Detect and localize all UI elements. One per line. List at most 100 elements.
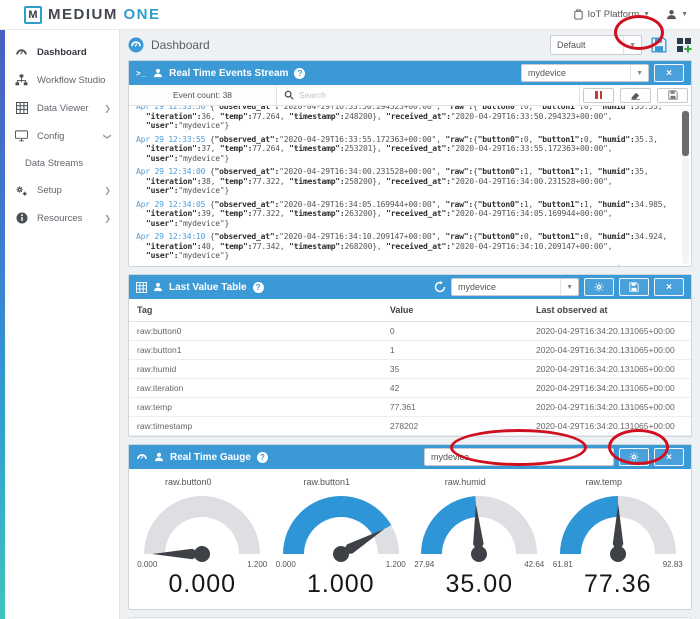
- table-cell: 77.361: [381, 397, 528, 417]
- log-timestamp: Apr 29 12:34:00: [136, 167, 206, 176]
- help-icon[interactable]: ?: [294, 67, 306, 79]
- sidebar-item-resources[interactable]: Resources ❯: [5, 204, 119, 232]
- log-entry: Apr 29 12:33:50 {"observed_at":"2020-04-…: [136, 106, 677, 131]
- last-value-widget-header: Last Value Table ? mydevice ▼ ×: [129, 275, 691, 299]
- platform-menu[interactable]: IoT Platform ▼: [573, 9, 650, 20]
- log-timestamp: Apr 29 12:34:10: [136, 232, 206, 241]
- refresh-icon[interactable]: [434, 281, 446, 293]
- gauge-label: raw.humid: [444, 477, 486, 487]
- user-icon: [154, 452, 164, 462]
- column-header: Value: [381, 299, 528, 322]
- chevron-down-icon: ▼: [630, 65, 648, 81]
- sidebar-item-label: Config: [37, 130, 65, 142]
- dashboard-select[interactable]: Default ▼: [550, 35, 642, 55]
- log-json: {"observed_at":"2020-04-29T16:33:55.1723…: [146, 134, 658, 163]
- sidebar-item-setup[interactable]: Setup ❯: [5, 176, 119, 204]
- sidebar-item-dashboard[interactable]: Dashboard: [5, 38, 119, 66]
- scrollbar-thumb[interactable]: [682, 111, 689, 156]
- save-dashboard-button[interactable]: [651, 37, 667, 53]
- gauge-label: raw.temp: [585, 477, 622, 487]
- close-widget-button[interactable]: ×: [654, 64, 684, 82]
- close-widget-button[interactable]: ×: [654, 448, 684, 466]
- widget-settings-button[interactable]: [619, 448, 649, 466]
- widget-title: Last Value Table: [169, 281, 247, 293]
- last-value-widget: Last Value Table ? mydevice ▼ × Tag Valu…: [128, 274, 692, 437]
- gauge: raw.button0 0.000 1.200 0.000: [133, 477, 272, 599]
- page-header: Dashboard Default ▼: [128, 30, 692, 60]
- chevron-right-icon: ❯: [104, 103, 111, 113]
- sidebar: Dashboard Workflow Studio Data Viewer ❯ …: [0, 30, 120, 619]
- device-select[interactable]: mydevice ▼: [451, 278, 579, 296]
- table-cell: raw:button1: [129, 340, 382, 360]
- gauge-max: 1.200: [385, 560, 406, 569]
- gauge-needle-pivot: [332, 546, 349, 562]
- events-stream-widget: >_ Real Time Events Stream ? mydevice ▼ …: [128, 60, 692, 267]
- log-entry: Apr 29 12:33:55 {"observed_at":"2020-04-…: [136, 135, 677, 164]
- log-timestamp: Apr 29 12:34:15: [136, 265, 205, 267]
- table-cell: raw:timestamp: [129, 416, 382, 436]
- sidebar-gradient-strip: [0, 30, 5, 619]
- eraser-icon: [630, 90, 641, 100]
- widget-title: Real Time Events Stream: [169, 67, 289, 79]
- gauge-min: 27.94: [414, 560, 435, 569]
- table-icon: [136, 281, 147, 293]
- log-entry: Apr 29 12:34:00 {"observed_at":"2020-04-…: [136, 167, 677, 196]
- table-row: raw:temp 77.361 2020-04-29T16:34:20.131065…: [129, 397, 691, 417]
- gear-icon: [629, 452, 639, 462]
- help-icon[interactable]: ?: [256, 451, 268, 463]
- user-menu[interactable]: ▼: [666, 9, 688, 20]
- gauge-plot: [282, 496, 399, 562]
- device-select-value: mydevice: [458, 282, 497, 292]
- platform-cube-icon: [573, 9, 584, 20]
- terminal-icon: >_: [136, 68, 148, 78]
- page-title: Dashboard: [151, 38, 210, 52]
- pause-stream-button[interactable]: [583, 87, 614, 103]
- close-widget-button[interactable]: ×: [654, 278, 684, 296]
- sidebar-item-data-streams[interactable]: Data Streams: [5, 150, 119, 176]
- gears-icon: [15, 184, 28, 197]
- sidebar-item-data-viewer[interactable]: Data Viewer ❯: [5, 94, 119, 122]
- table-cell: 42: [381, 378, 528, 398]
- save-icon: [629, 282, 639, 292]
- top-bar: M MEDIUM ONE IoT Platform ▼ ▼: [0, 0, 700, 30]
- log-timestamp: Apr 29 12:34:05: [136, 199, 206, 209]
- log-timestamp: Apr 29 12:33:50: [136, 106, 206, 111]
- brand-logo-mark: M: [24, 5, 42, 24]
- speedometer-icon: [15, 46, 28, 59]
- gauge-value: 77.36: [583, 570, 652, 598]
- log-json: {"observed_at":"2020-04-29T16:33:50.2943…: [146, 106, 663, 130]
- log-entry: Apr 29 12:34:05 {"observed_at":"2020-04-…: [136, 200, 677, 229]
- gauge: raw.button1 0.000 1.200 1.000: [272, 477, 411, 599]
- brand-logo: M MEDIUM ONE: [24, 5, 161, 24]
- export-stream-button[interactable]: [657, 87, 688, 103]
- gauge-label: raw.button1: [303, 477, 351, 487]
- clear-stream-button[interactable]: [620, 87, 651, 103]
- device-select[interactable]: mydevice ▼: [521, 64, 649, 82]
- table-cell: 2020-04-29T16:34:20.131065+00:00: [528, 397, 691, 417]
- search-input[interactable]: [299, 90, 572, 100]
- table-header-row: Tag Value Last observed at: [129, 299, 691, 322]
- add-widget-button[interactable]: [676, 37, 692, 53]
- event-log-area: Apr 29 12:33:50 {"observed_at":"2020-04-…: [129, 106, 691, 266]
- table-row: raw:timestamp 278202 2020-04-29T16:34:20.1…: [129, 416, 691, 436]
- help-icon[interactable]: ?: [252, 281, 264, 293]
- table-cell: 1: [381, 340, 528, 360]
- table-cell: 278202: [381, 416, 528, 436]
- sidebar-item-label: Data Streams: [25, 157, 84, 169]
- chevron-down-icon: ▼: [681, 11, 688, 18]
- gauge: raw.humid 27.94 42.64 35.00: [410, 477, 549, 599]
- search-box: [277, 85, 580, 105]
- gauge-widget-header: Real Time Gauge ? ×: [129, 445, 691, 469]
- event-count: Event count: 38: [129, 85, 277, 105]
- sidebar-item-config[interactable]: Config ❯: [5, 122, 119, 150]
- gauge-label: raw.button0: [164, 477, 212, 487]
- sidebar-item-workflow-studio[interactable]: Workflow Studio: [5, 66, 119, 94]
- scrollbar-track[interactable]: [682, 108, 689, 264]
- table-row: raw:iteration 42 2020-04-29T16:34:20.13106…: [129, 378, 691, 398]
- widget-settings-button[interactable]: [584, 278, 614, 296]
- table-cell: 0: [381, 321, 528, 341]
- table-cell: raw:button0: [129, 321, 382, 341]
- export-widget-button[interactable]: [619, 278, 649, 296]
- gear-icon: [594, 282, 604, 292]
- device-input[interactable]: [424, 448, 614, 466]
